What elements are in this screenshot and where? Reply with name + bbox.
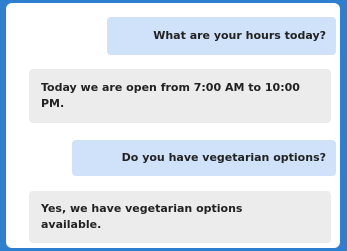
bot-message-bubble: Today we are open from 7:00 AM to 10:00 … (29, 69, 331, 123)
user-message-text: What are your hours today? (153, 29, 326, 42)
bot-message-text: Today we are open from 7:00 AM to 10:00 … (41, 81, 300, 110)
user-message-bubble: Do you have vegetarian options? (72, 140, 336, 176)
user-message-text: Do you have vegetarian options? (121, 151, 326, 164)
user-message-bubble: What are your hours today? (107, 17, 336, 55)
bot-message-text: Yes, we have vegetarian options availabl… (41, 202, 243, 231)
chat-panel: What are your hours today? Today we are … (6, 3, 340, 248)
bot-message-bubble: Yes, we have vegetarian options availabl… (29, 191, 331, 243)
